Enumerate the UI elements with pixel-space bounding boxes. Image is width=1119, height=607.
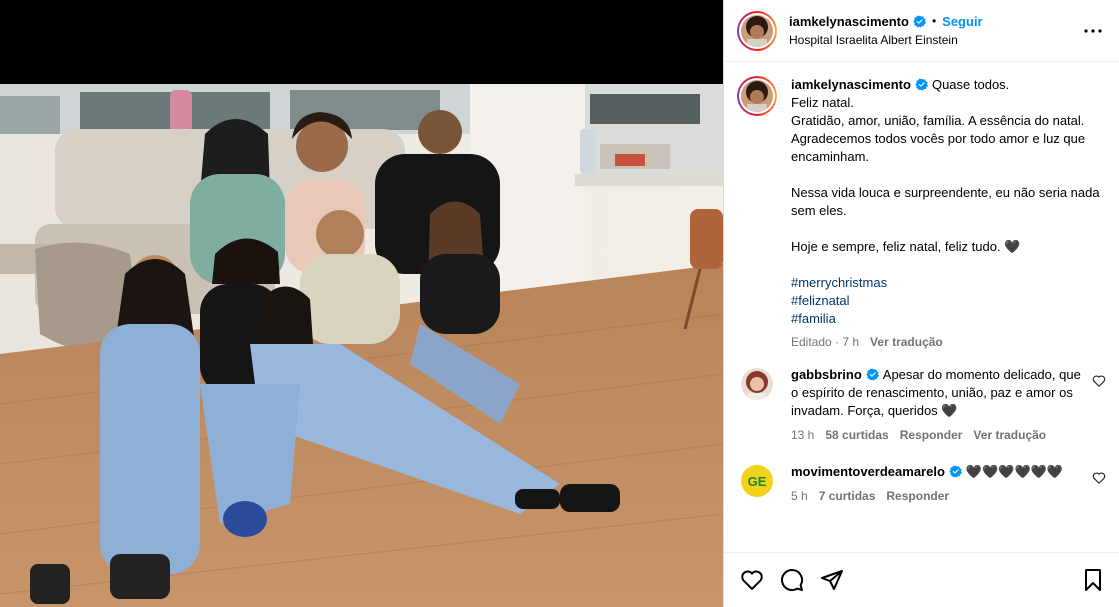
comment-body: gabbsbrino Apesar do momento delicado, q… bbox=[791, 366, 1086, 443]
caption-paragraph: Nessa vida louca e surpreendente, eu não… bbox=[791, 185, 1100, 218]
reply-button[interactable]: Responder bbox=[900, 427, 963, 443]
svg-text:GE: GE bbox=[748, 474, 767, 489]
caption-paragraph: Hoje e sempre, feliz natal, feliz tudo. … bbox=[791, 239, 1021, 254]
see-translation-link[interactable]: Ver tradução bbox=[870, 334, 943, 350]
caption-first-line: Quase todos. bbox=[931, 77, 1010, 92]
instagram-post: iamkelynascimento • Seguir Hospital Isra… bbox=[0, 0, 1119, 607]
commenter-username[interactable]: movimentoverdeamarelo bbox=[791, 464, 945, 479]
author-username[interactable]: iamkelynascimento bbox=[789, 13, 909, 30]
post-header: iamkelynascimento • Seguir Hospital Isra… bbox=[724, 0, 1119, 62]
comment-text: 🖤🖤🖤🖤🖤🖤 bbox=[965, 464, 1064, 479]
comment-item: gabbsbrino Apesar do momento delicado, q… bbox=[737, 366, 1106, 443]
paper-plane-icon[interactable] bbox=[818, 566, 846, 594]
comments-area[interactable]: iamkelynascimento Quase todos. Feliz nat… bbox=[724, 63, 1119, 551]
caption-username[interactable]: iamkelynascimento bbox=[791, 77, 911, 92]
hashtag-link[interactable]: #feliznatal bbox=[791, 292, 1106, 310]
bookmark-icon[interactable] bbox=[1079, 566, 1107, 594]
comment-time: 5 h bbox=[791, 489, 808, 503]
like-comment-heart-icon[interactable] bbox=[1092, 471, 1106, 485]
caption-meta: Editado · 7 h Ver tradução bbox=[791, 334, 1106, 350]
post-caption: iamkelynascimento Quase todos. Feliz nat… bbox=[737, 63, 1106, 350]
caption-paragraph: Feliz natal. Gratidão, amor, união, famí… bbox=[791, 95, 1086, 164]
verified-badge-icon bbox=[913, 14, 926, 28]
like-comment-heart-icon[interactable] bbox=[1092, 374, 1106, 388]
comment-body: movimentoverdeamarelo 🖤🖤🖤🖤🖤🖤 5 h 7 curti… bbox=[791, 463, 1086, 504]
hashtag-link[interactable]: #familia bbox=[791, 310, 1106, 328]
comment-item: GE movimentoverdeamarelo 🖤🖤🖤🖤🖤🖤 5 h 7 cu… bbox=[737, 463, 1106, 504]
reply-button[interactable]: Responder bbox=[886, 488, 949, 504]
caption-body: iamkelynascimento Quase todos. Feliz nat… bbox=[791, 76, 1106, 350]
commenter-avatar[interactable]: GE bbox=[741, 465, 773, 497]
comment-meta: 13 h 58 curtidas Responder Ver tradução bbox=[791, 427, 1086, 443]
see-translation-link[interactable]: Ver tradução bbox=[973, 427, 1046, 443]
post-media bbox=[0, 0, 723, 607]
author-avatar[interactable] bbox=[737, 10, 777, 51]
separator-dot: • bbox=[931, 13, 937, 28]
post-location[interactable]: Hospital Israelita Albert Einstein bbox=[789, 32, 1081, 49]
post-photo[interactable] bbox=[0, 84, 723, 607]
verified-badge-icon bbox=[915, 78, 928, 91]
post-actions-bar bbox=[724, 552, 1119, 607]
edited-time: Editado · 7 h bbox=[791, 335, 860, 349]
comment-likes[interactable]: 7 curtidas bbox=[819, 488, 876, 504]
more-options-icon[interactable] bbox=[1081, 19, 1105, 43]
hashtag-list: #merrychristmas #feliznatal #familia bbox=[791, 274, 1106, 328]
comment-meta: 5 h 7 curtidas Responder bbox=[791, 488, 1086, 504]
heart-icon[interactable] bbox=[738, 566, 766, 594]
follow-button[interactable]: Seguir bbox=[942, 13, 982, 30]
caption-author-avatar[interactable] bbox=[737, 76, 777, 116]
comment-time: 13 h bbox=[791, 428, 815, 442]
header-text: iamkelynascimento • Seguir Hospital Isra… bbox=[789, 13, 1081, 49]
verified-badge-icon bbox=[949, 465, 962, 478]
commenter-username[interactable]: gabbsbrino bbox=[791, 367, 862, 382]
hashtag-link[interactable]: #merrychristmas bbox=[791, 274, 1106, 292]
commenter-avatar[interactable] bbox=[741, 368, 773, 400]
verified-badge-icon bbox=[866, 368, 879, 381]
post-side-panel: iamkelynascimento • Seguir Hospital Isra… bbox=[723, 0, 1119, 607]
comment-likes[interactable]: 58 curtidas bbox=[825, 427, 888, 443]
comment-bubble-icon[interactable] bbox=[778, 566, 806, 594]
